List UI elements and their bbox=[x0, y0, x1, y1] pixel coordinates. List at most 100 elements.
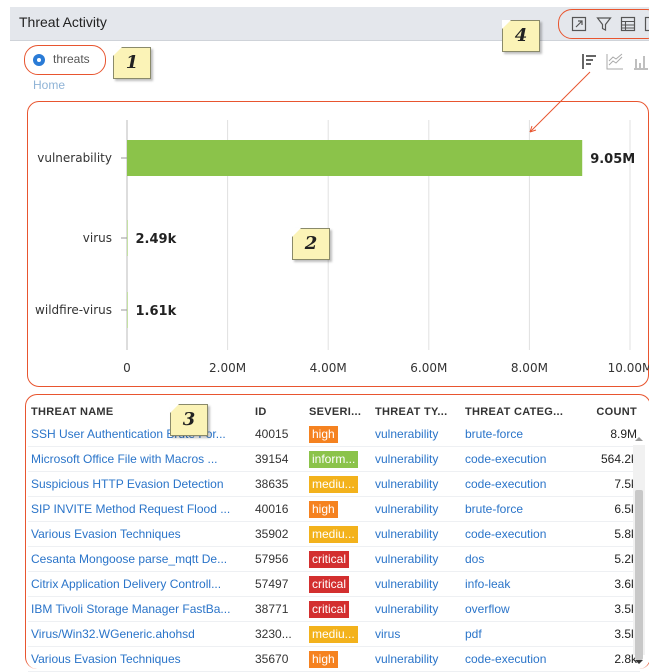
threat-type-link[interactable]: vulnerability bbox=[372, 572, 462, 597]
threat-type-link[interactable]: vulnerability bbox=[372, 522, 462, 547]
threat-type-link[interactable]: vulnerability bbox=[372, 422, 462, 447]
table-header-row: THREAT NAME ID SEVERI... THREAT TY... TH… bbox=[28, 402, 640, 422]
severity-badge: high bbox=[309, 501, 338, 518]
threat-category-link[interactable]: code-execution bbox=[462, 447, 584, 472]
col-severity[interactable]: SEVERI... bbox=[306, 402, 372, 422]
severity-badge: inform... bbox=[309, 451, 358, 468]
bar[interactable] bbox=[127, 140, 582, 176]
severity-cell: high bbox=[306, 422, 372, 447]
threat-id: 3230... bbox=[252, 622, 306, 647]
callout-4: 4 bbox=[502, 20, 540, 52]
bar-value-label: 1.61k bbox=[136, 304, 177, 319]
table-scrollbar[interactable] bbox=[633, 431, 645, 668]
threat-id: 38771 bbox=[252, 597, 306, 622]
x-tick-label: 2.00M bbox=[209, 361, 246, 375]
scroll-up-icon[interactable] bbox=[633, 433, 645, 445]
threat-id: 38635 bbox=[252, 472, 306, 497]
bar-value-label: 9.05M bbox=[590, 152, 635, 167]
severity-badge: high bbox=[309, 426, 338, 443]
callout-2: 2 bbox=[292, 228, 330, 260]
threat-category-link[interactable]: pdf bbox=[462, 622, 584, 647]
col-id[interactable]: ID bbox=[252, 402, 306, 422]
table-row[interactable]: Suspicious HTTP Evasion Detection38635me… bbox=[28, 472, 640, 497]
severity-cell: mediu... bbox=[306, 522, 372, 547]
threat-count: 3.6k bbox=[584, 572, 640, 597]
table-row[interactable]: SSH User Authentication Brute For...4001… bbox=[28, 422, 640, 447]
table-row[interactable]: Citrix Application Delivery Controll...5… bbox=[28, 572, 640, 597]
severity-cell: mediu... bbox=[306, 472, 372, 497]
callout-3: 3 bbox=[170, 404, 208, 436]
threat-count: 5.8k bbox=[584, 522, 640, 547]
threat-type-link[interactable]: vulnerability bbox=[372, 472, 462, 497]
bar[interactable] bbox=[127, 292, 128, 328]
threat-type-link[interactable]: vulnerability bbox=[372, 547, 462, 572]
threat-name-link[interactable]: SSH User Authentication Brute For... bbox=[28, 422, 252, 447]
threats-table: THREAT NAME ID SEVERI... THREAT TY... TH… bbox=[28, 402, 640, 672]
severity-cell: mediu... bbox=[306, 622, 372, 647]
threat-name-link[interactable]: Cesanta Mongoose parse_mqtt De... bbox=[28, 547, 252, 572]
threat-name-link[interactable]: Microsoft Office File with Macros ... bbox=[28, 447, 252, 472]
category-label: virus bbox=[83, 231, 112, 245]
threat-name-link[interactable]: SIP INVITE Method Request Flood ... bbox=[28, 497, 252, 522]
severity-badge: mediu... bbox=[309, 476, 358, 493]
callout-1: 1 bbox=[113, 47, 151, 79]
threat-name-link[interactable]: Suspicious HTTP Evasion Detection bbox=[28, 472, 252, 497]
x-tick-label: 10.00M bbox=[608, 361, 649, 375]
table-row[interactable]: Microsoft Office File with Macros ...391… bbox=[28, 447, 640, 472]
severity-cell: critical bbox=[306, 597, 372, 622]
threat-type-link[interactable]: vulnerability bbox=[372, 597, 462, 622]
x-tick-label: 4.00M bbox=[310, 361, 347, 375]
threat-category-link[interactable]: dos bbox=[462, 547, 584, 572]
x-tick-label: 6.00M bbox=[410, 361, 447, 375]
scroll-down-icon[interactable] bbox=[633, 656, 645, 668]
col-count[interactable]: COUNT bbox=[584, 402, 640, 422]
col-threat-category[interactable]: THREAT CATEG... bbox=[462, 402, 584, 422]
threat-category-link[interactable]: info-leak bbox=[462, 572, 584, 597]
severity-badge: critical bbox=[309, 576, 349, 593]
threat-category-link[interactable]: overflow bbox=[462, 597, 584, 622]
threat-type-link[interactable]: vulnerability bbox=[372, 447, 462, 472]
severity-cell: critical bbox=[306, 572, 372, 597]
bar-value-label: 2.49k bbox=[136, 232, 177, 247]
table-row[interactable]: Cesanta Mongoose parse_mqtt De...57956cr… bbox=[28, 547, 640, 572]
table-row[interactable]: Various Evasion Techniques35902mediu... v… bbox=[28, 522, 640, 547]
severity-cell: critical bbox=[306, 547, 372, 572]
threat-id: 35902 bbox=[252, 522, 306, 547]
x-tick-label: 8.00M bbox=[511, 361, 548, 375]
threat-count: 7.5k bbox=[584, 472, 640, 497]
table-row[interactable]: SIP INVITE Method Request Flood ...40016… bbox=[28, 497, 640, 522]
threat-bar-chart: 02.00M4.00M6.00M8.00M10.00Mvulnerability… bbox=[0, 0, 649, 400]
category-label: wildfire-virus bbox=[35, 303, 112, 317]
scroll-track[interactable] bbox=[633, 445, 645, 655]
threat-count: 6.5k bbox=[584, 497, 640, 522]
threat-name-link[interactable]: IBM Tivoli Storage Manager FastBa... bbox=[28, 597, 252, 622]
scroll-thumb[interactable] bbox=[635, 490, 643, 660]
severity-badge: critical bbox=[309, 551, 349, 568]
col-threat-type[interactable]: THREAT TY... bbox=[372, 402, 462, 422]
threat-id: 40015 bbox=[252, 422, 306, 447]
severity-badge: high bbox=[309, 651, 338, 668]
threat-category-link[interactable]: brute-force bbox=[462, 497, 584, 522]
table-row[interactable]: IBM Tivoli Storage Manager FastBa...3877… bbox=[28, 597, 640, 622]
table-row[interactable]: Virus/Win32.WGeneric.ahohsd3230...mediu.… bbox=[28, 622, 640, 647]
severity-cell: high bbox=[306, 497, 372, 522]
severity-badge: critical bbox=[309, 601, 349, 618]
threat-id: 39154 bbox=[252, 447, 306, 472]
col-threat-name[interactable]: THREAT NAME bbox=[28, 402, 252, 422]
threat-id: 57956 bbox=[252, 547, 306, 572]
threat-count: 3.5k bbox=[584, 622, 640, 647]
threat-count: 564.2k bbox=[584, 447, 640, 472]
threat-category-link[interactable]: code-execution bbox=[462, 522, 584, 547]
bar[interactable] bbox=[127, 220, 128, 256]
threat-count: 3.5k bbox=[584, 597, 640, 622]
threat-name-link[interactable]: Citrix Application Delivery Controll... bbox=[28, 572, 252, 597]
threat-id: 40016 bbox=[252, 497, 306, 522]
threat-type-link[interactable]: virus bbox=[372, 622, 462, 647]
threat-name-link[interactable]: Various Evasion Techniques bbox=[28, 522, 252, 547]
threat-type-link[interactable]: vulnerability bbox=[372, 497, 462, 522]
severity-badge: mediu... bbox=[309, 526, 358, 543]
threat-category-link[interactable]: brute-force bbox=[462, 422, 584, 447]
category-label: vulnerability bbox=[37, 151, 112, 165]
threat-name-link[interactable]: Virus/Win32.WGeneric.ahohsd bbox=[28, 622, 252, 647]
threat-category-link[interactable]: code-execution bbox=[462, 472, 584, 497]
